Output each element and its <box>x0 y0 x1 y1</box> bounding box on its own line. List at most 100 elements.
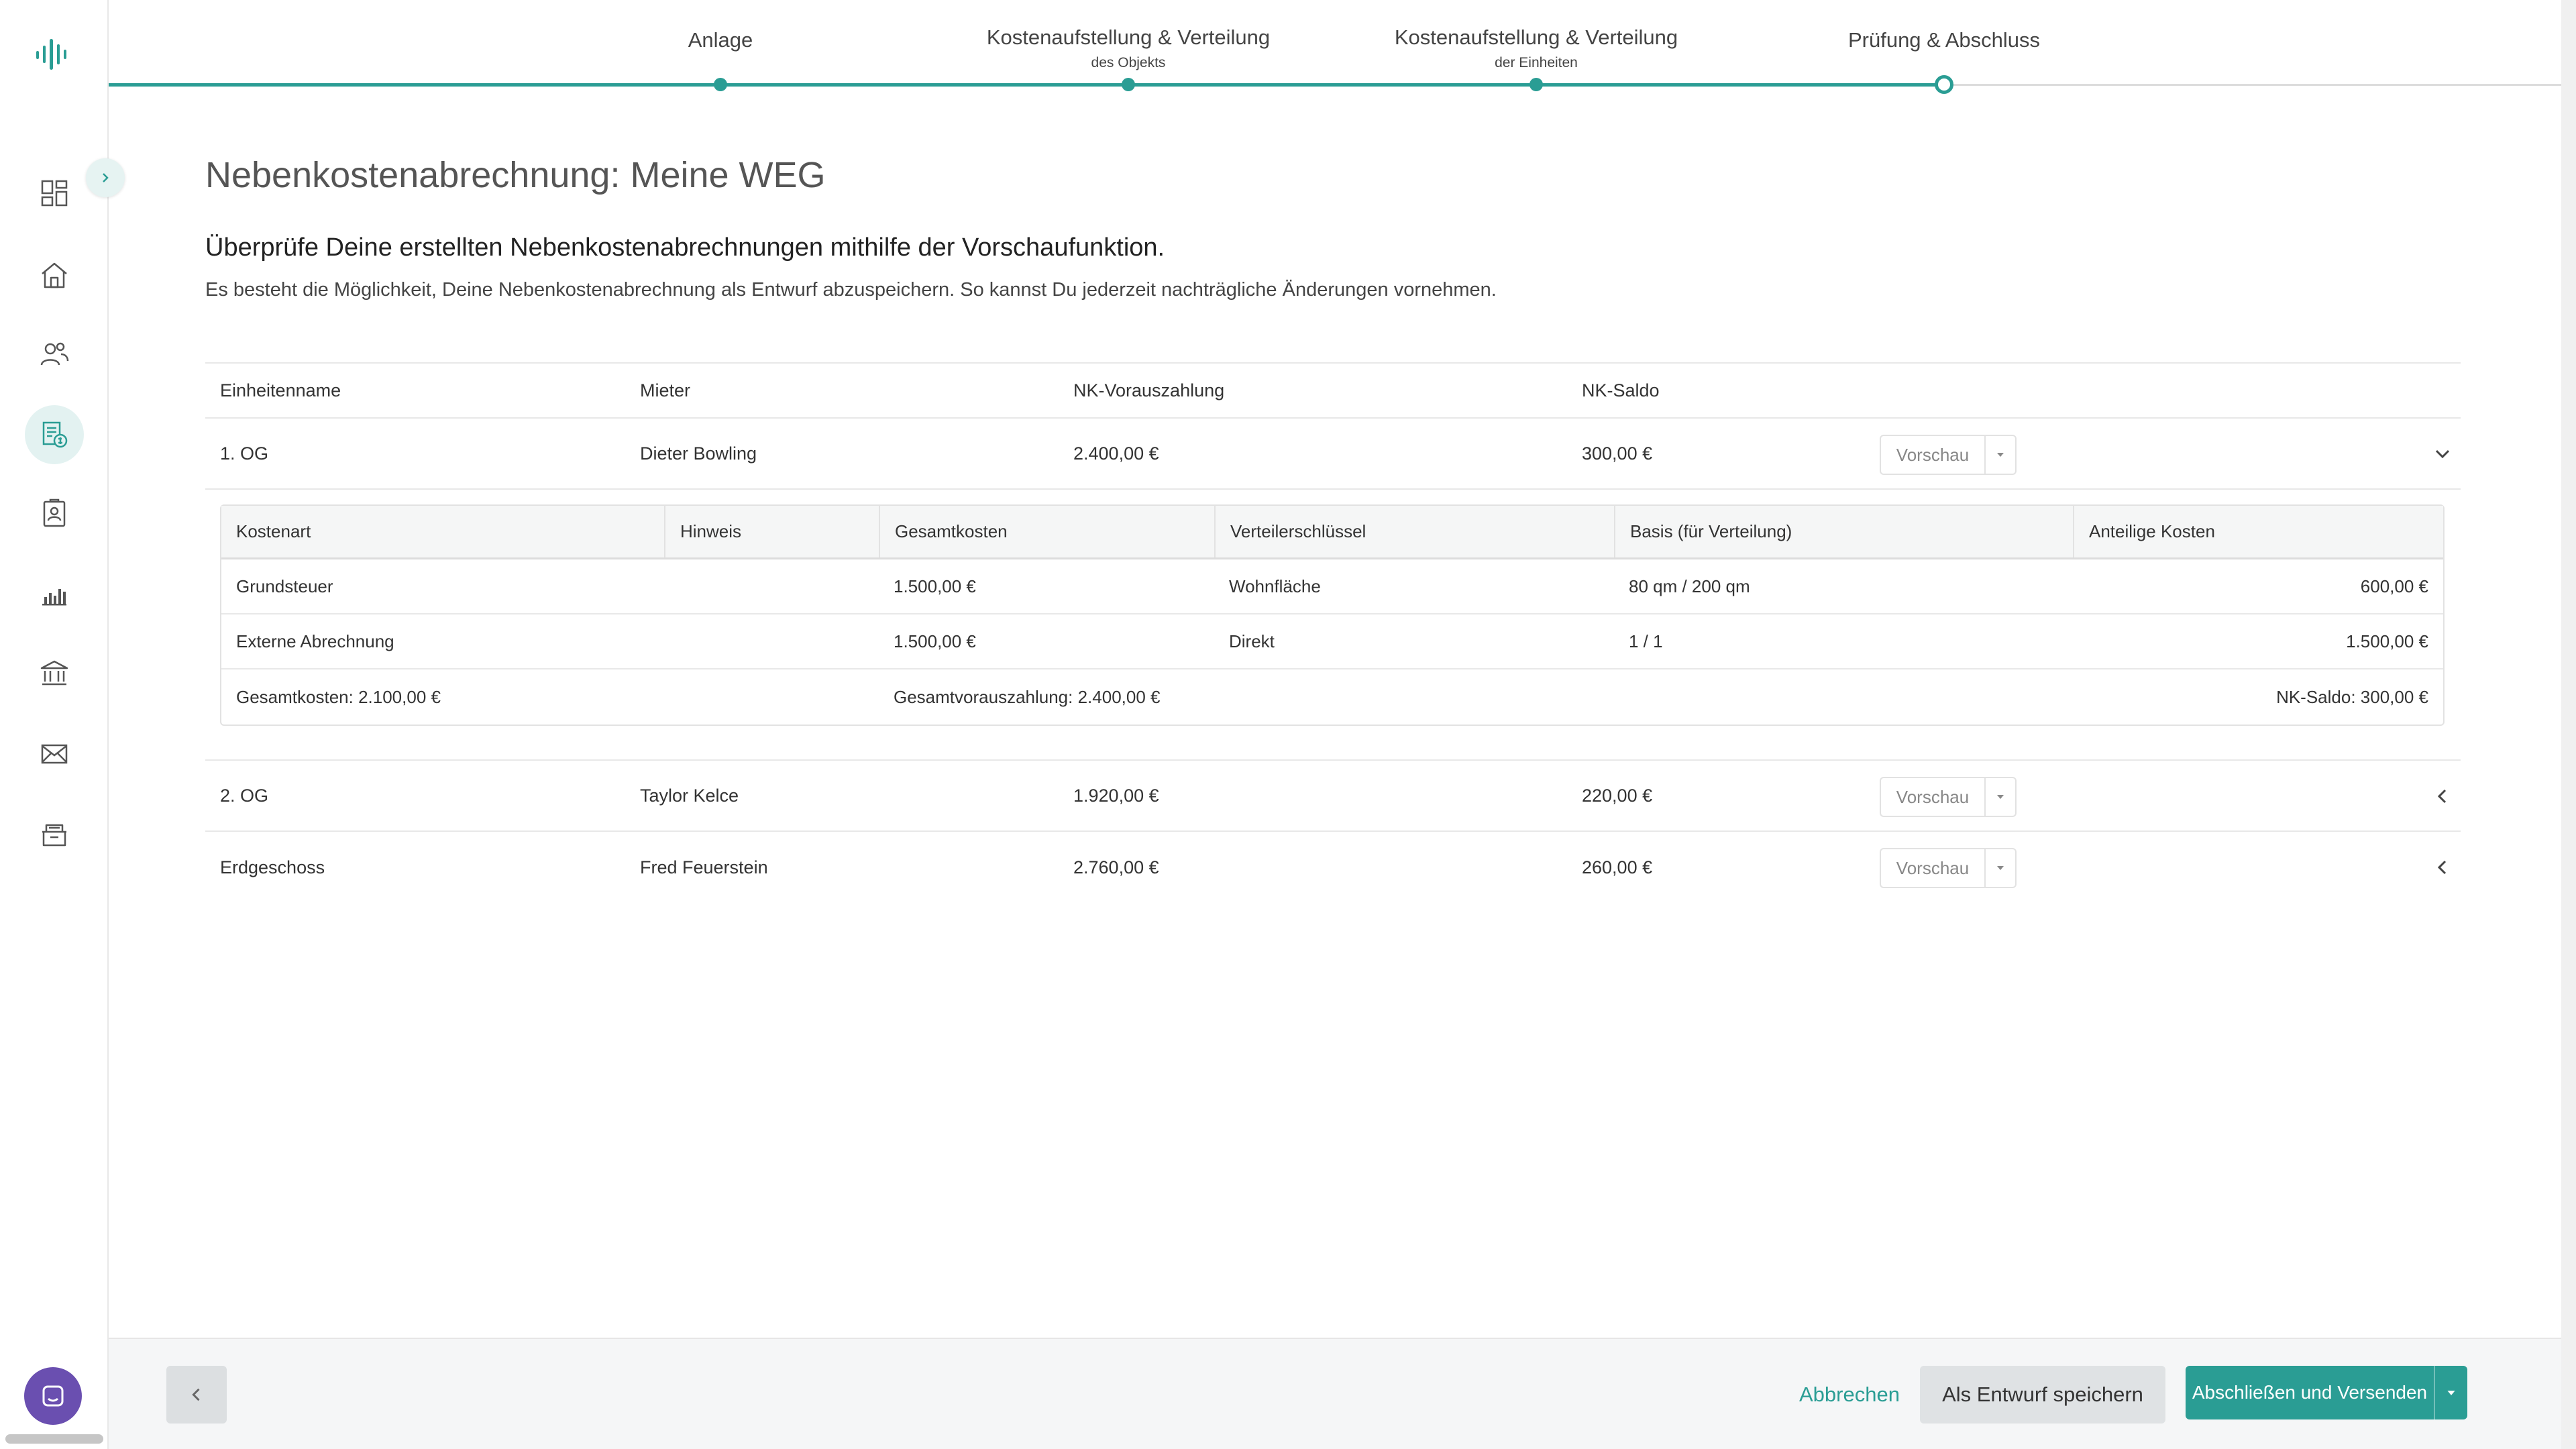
chat-launcher-button[interactable] <box>24 1367 82 1425</box>
finish-split-button: Abschließen und Versenden <box>2186 1366 2467 1419</box>
billing-table: Einheitenname Mieter NK-Vorauszahlung NK… <box>205 362 2461 903</box>
page-description: Es besteht die Möglichkeit, Deine Nebenk… <box>205 279 1497 301</box>
caret-down-icon <box>1997 795 2004 799</box>
cost-share: 1.500,00 € <box>2346 631 2428 651</box>
header-unit: Einheitenname <box>220 380 341 400</box>
prepayment-value: 1.920,00 € <box>1073 785 1159 806</box>
breakdown-header: Kostenart Hinweis Gesamtkosten Verteiler… <box>221 506 2443 559</box>
sidebar <box>0 0 109 1449</box>
page-headline: Überprüfe Deine erstellten Nebenkostenab… <box>205 233 1165 262</box>
step-kosten-einheiten[interactable]: Kostenaufstellung & Verteilung der Einhe… <box>1335 0 1737 71</box>
balance-value: 300,00 € <box>1582 443 1653 464</box>
summary-total-prepayment: Gesamtvorauszahlung: 2.400,00 € <box>894 686 1161 707</box>
header-note: Hinweis <box>664 506 741 557</box>
header-cost-type: Kostenart <box>236 521 311 541</box>
header-balance: NK-Saldo <box>1582 380 1660 400</box>
wizard-stepper: Anlage Kostenaufstellung & Verteilung de… <box>109 0 2561 94</box>
chevron-right-icon <box>103 173 109 182</box>
table-header: Einheitenname Mieter NK-Vorauszahlung NK… <box>205 362 2461 419</box>
back-button[interactable] <box>166 1366 227 1424</box>
step-pruefung[interactable]: Prüfung & Abschluss <box>1743 0 2145 52</box>
preview-split-button: Vorschau <box>1880 848 2017 888</box>
unit-name: Erdgeschoss <box>220 857 325 877</box>
save-draft-button[interactable]: Als Entwurf speichern <box>1920 1366 2165 1424</box>
preview-dropdown-button[interactable] <box>1986 849 2015 887</box>
step-anlage[interactable]: Anlage <box>519 0 922 52</box>
cost-breakdown-table: Kostenart Hinweis Gesamtkosten Verteiler… <box>220 504 2445 726</box>
step-kosten-objekt[interactable]: Kostenaufstellung & Verteilung des Objek… <box>927 0 1330 71</box>
prepayment-value: 2.400,00 € <box>1073 443 1159 464</box>
caret-down-icon <box>1997 866 2004 870</box>
distribution-basis: 1 / 1 <box>1629 631 1663 651</box>
cost-note <box>664 559 679 613</box>
header-basis: Basis (für Verteilung) <box>1614 506 1792 557</box>
header-prepayment: NK-Vorauszahlung <box>1073 380 1225 400</box>
step-dot <box>1122 78 1135 91</box>
bank-icon[interactable] <box>25 644 84 703</box>
breakdown-summary-row: Gesamtkosten: 2.100,00 € Gesamtvorauszah… <box>221 669 2443 724</box>
summary-balance: NK-Saldo: 300,00 € <box>2276 686 2428 707</box>
horizontal-scrollbar[interactable] <box>5 1434 103 1444</box>
tenant-name: Taylor Kelce <box>640 785 739 806</box>
cost-type: Grundsteuer <box>236 576 333 596</box>
distribution-key: Wohnfläche <box>1229 576 1321 596</box>
preview-split-button: Vorschau <box>1880 777 2017 817</box>
page-title: Nebenkostenabrechnung: Meine WEG <box>205 155 826 195</box>
preview-split-button: Vorschau <box>1880 435 2017 475</box>
cost-type: Externe Abrechnung <box>236 631 394 651</box>
unit-name: 1. OG <box>220 443 269 464</box>
caret-down-icon <box>1997 453 2004 457</box>
cancel-button[interactable]: Abbrechen <box>1799 1366 1900 1424</box>
step-dot <box>714 78 727 91</box>
chevron-left-icon[interactable] <box>2430 784 2455 809</box>
chevron-left-icon <box>192 1388 200 1401</box>
cost-total: 1.500,00 € <box>894 576 976 596</box>
preview-button[interactable]: Vorschau <box>1881 849 1986 887</box>
step-title: Kostenaufstellung & Verteilung <box>1394 25 1678 49</box>
chevron-down-icon[interactable] <box>2430 441 2455 467</box>
preview-button[interactable]: Vorschau <box>1881 436 1986 474</box>
step-title: Kostenaufstellung & Verteilung <box>986 25 1271 49</box>
chevron-left-icon[interactable] <box>2430 855 2455 880</box>
table-row[interactable]: Erdgeschoss Fred Feuerstein 2.760,00 € 2… <box>205 832 2461 903</box>
vertical-scrollbar[interactable] <box>2561 0 2576 1449</box>
footer-bar: Abbrechen Als Entwurf speichern Abschlie… <box>109 1338 2561 1449</box>
header-share: Anteilige Kosten <box>2073 506 2215 557</box>
balance-value: 220,00 € <box>1582 785 1653 806</box>
header-tenant: Mieter <box>640 380 691 400</box>
breakdown-row: Externe Abrechnung 1.500,00 € Direkt 1 /… <box>221 614 2443 669</box>
contacts-icon[interactable] <box>25 325 84 384</box>
step-dot <box>1529 78 1543 91</box>
distribution-basis: 80 qm / 200 qm <box>1629 576 1750 596</box>
sidebar-expand-button[interactable] <box>86 158 125 197</box>
breakdown-row: Grundsteuer 1.500,00 € Wohnfläche 80 qm … <box>221 559 2443 614</box>
dashboard-icon[interactable] <box>25 164 84 223</box>
preview-dropdown-button[interactable] <box>1986 778 2015 816</box>
mail-icon[interactable] <box>25 724 84 784</box>
finish-send-button[interactable]: Abschließen und Versenden <box>2186 1366 2434 1419</box>
tenant-name: Dieter Bowling <box>640 443 757 464</box>
header-key: Verteilerschlüssel <box>1214 506 1366 557</box>
table-row[interactable]: 1. OG Dieter Bowling 2.400,00 € 300,00 €… <box>205 419 2461 490</box>
app-logo-icon[interactable] <box>34 34 75 75</box>
finish-dropdown-button[interactable] <box>2434 1366 2467 1419</box>
cost-total: 1.500,00 € <box>894 631 976 651</box>
cost-share: 600,00 € <box>2360 576 2428 596</box>
preview-dropdown-button[interactable] <box>1986 436 2015 474</box>
step-subtitle: der Einheiten <box>1495 55 1578 70</box>
tenant-card-icon[interactable] <box>25 484 84 543</box>
step-subtitle: des Objekts <box>1091 55 1166 70</box>
prepayment-value: 2.760,00 € <box>1073 857 1159 877</box>
balance-value: 260,00 € <box>1582 857 1653 877</box>
step-dot-current <box>1935 75 1953 94</box>
caret-down-icon <box>2447 1390 2455 1395</box>
cost-note <box>664 614 679 668</box>
row-detail-area: Kostenart Hinweis Gesamtkosten Verteiler… <box>205 490 2461 761</box>
tenant-name: Fred Feuerstein <box>640 857 768 877</box>
table-row[interactable]: 2. OG Taylor Kelce 1.920,00 € 220,00 € V… <box>205 761 2461 832</box>
preview-button[interactable]: Vorschau <box>1881 778 1986 816</box>
chart-icon[interactable] <box>25 565 84 624</box>
billing-icon[interactable] <box>25 405 84 464</box>
home-icon[interactable] <box>25 246 84 305</box>
archive-icon[interactable] <box>25 804 84 863</box>
